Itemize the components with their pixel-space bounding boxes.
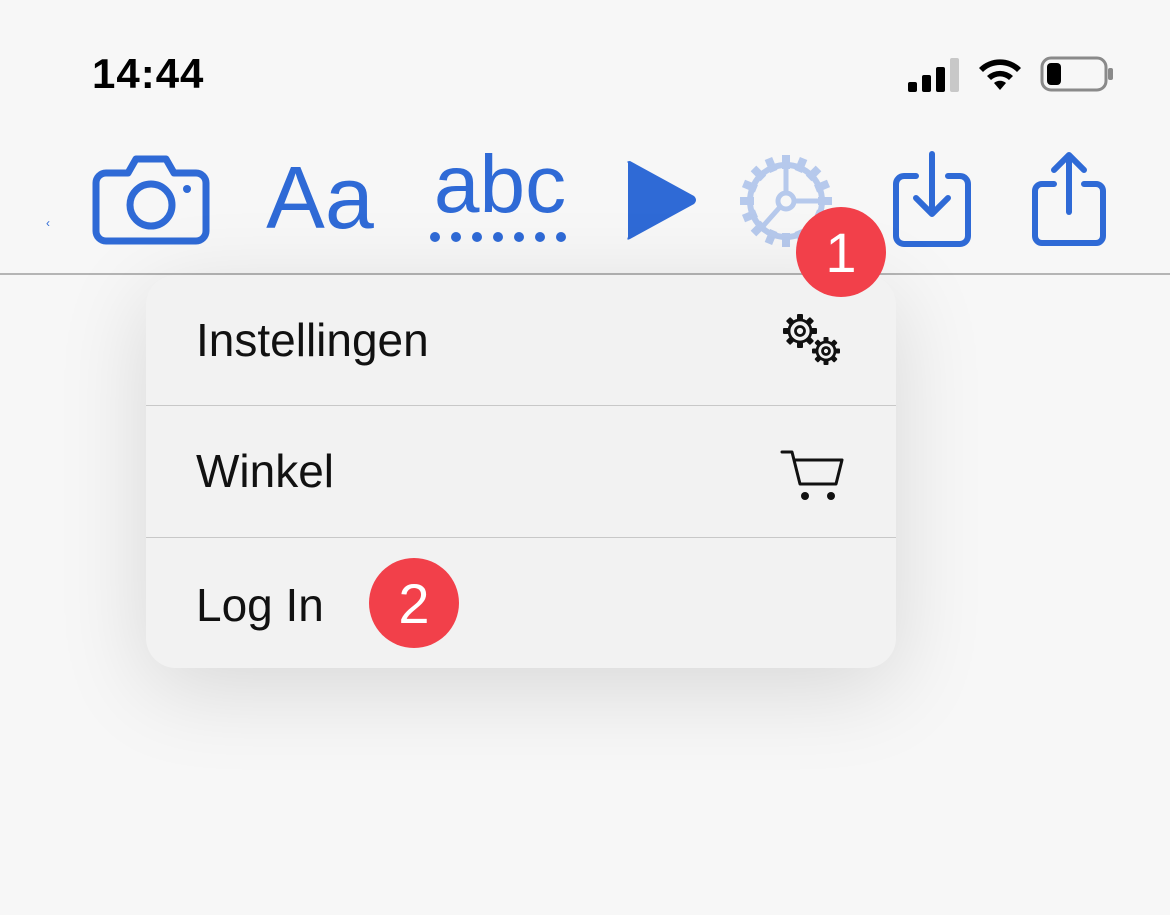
camera-button[interactable]	[90, 150, 212, 246]
download-button[interactable]	[890, 150, 974, 248]
app-screen: 14:44 ‹ Aa abc Instellingen Winkel Log I…	[0, 0, 1170, 915]
menu-item-log-in[interactable]: Log In	[146, 538, 896, 668]
menu-item-label: Log In	[196, 579, 324, 631]
play-button[interactable]	[618, 155, 702, 245]
play-icon	[627, 161, 696, 240]
spellcheck-label: abc	[433, 139, 567, 230]
text-size-label: Aa	[266, 148, 374, 247]
menu-item-label: Instellingen	[196, 314, 429, 366]
settings-dropdown-menu: Instellingen Winkel Log In	[146, 275, 896, 668]
cart-icon	[780, 450, 844, 500]
menu-item-instellingen[interactable]: Instellingen	[146, 275, 896, 406]
cellular-signal-icon	[908, 56, 968, 92]
download-icon	[893, 151, 971, 247]
step-badge-1: 1	[796, 207, 886, 297]
wifi-icon	[979, 59, 1021, 90]
dotted-underline	[430, 232, 566, 242]
menu-item-label: Winkel	[196, 445, 335, 497]
menu-item-winkel[interactable]: Winkel	[146, 406, 896, 537]
status-icons	[900, 52, 1130, 102]
status-bar: 14:44	[0, 0, 1170, 140]
camera-icon	[92, 155, 210, 245]
text-size-button[interactable]: Aa	[255, 150, 385, 246]
step-badge-2: 2	[369, 558, 459, 648]
share-icon	[1032, 152, 1106, 246]
battery-icon	[1040, 56, 1113, 92]
back-chevron-icon[interactable]: ‹	[46, 216, 50, 230]
status-time: 14:44	[92, 50, 205, 97]
gears-icon	[783, 314, 840, 365]
share-button[interactable]	[1030, 150, 1108, 248]
spellcheck-button[interactable]: abc	[420, 140, 580, 252]
